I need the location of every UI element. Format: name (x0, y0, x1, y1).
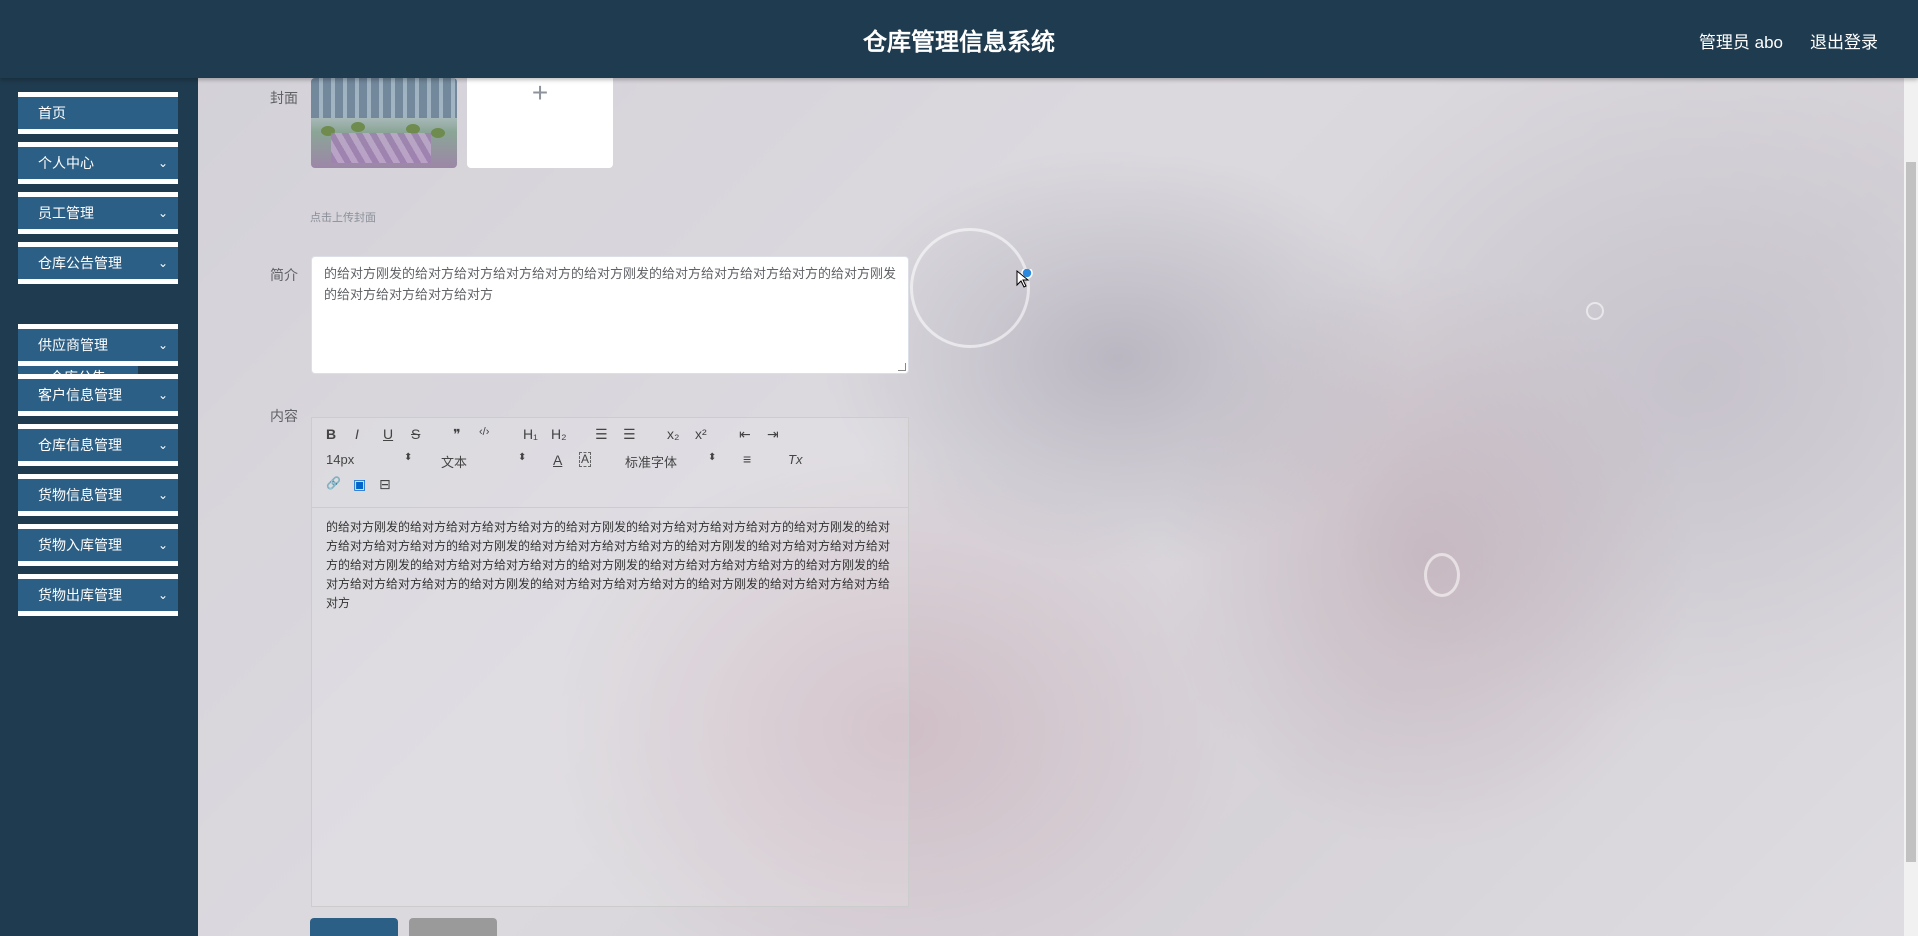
select-arrow-icon: ⬍ (708, 452, 717, 463)
intro-text: 的给对方刚发的给对方给对方给对方给对方的给对方刚发的给对方给对方给对方给对方的给… (324, 266, 897, 302)
sidebar: 首页 个人中心 ⌄ 员工管理 ⌄ 仓库公告管理 ⌄ 仓库公告 供应商管理 ⌄ 客… (0, 78, 198, 936)
ordered-list-button[interactable]: ☰ (595, 426, 608, 443)
background-ring (1586, 302, 1604, 320)
sidebar-item-label: 个人中心 (38, 155, 94, 171)
chevron-down-icon: ⌄ (157, 206, 168, 220)
sidebar-item-label: 货物出库管理 (38, 587, 122, 603)
thumb-plaza (331, 133, 431, 163)
code-button[interactable]: ‹/› (479, 426, 489, 438)
cover-image[interactable] (311, 78, 457, 168)
chevron-down-icon: ⌄ (157, 256, 168, 270)
chevron-down-icon: ⌄ (157, 538, 168, 552)
content-label: 内容 (270, 408, 298, 424)
cancel-button[interactable] (409, 918, 497, 936)
chevron-down-icon: ⌄ (157, 488, 168, 502)
bold-button[interactable]: B (326, 426, 336, 442)
background-ring (1424, 553, 1460, 597)
intro-textarea[interactable]: 的给对方刚发的给对方给对方给对方给对方的给对方刚发的给对方给对方给对方给对方的给… (311, 256, 909, 374)
subscript-button[interactable]: x₂ (667, 426, 679, 442)
logout-link[interactable]: 退出登录 (1810, 28, 1878, 53)
main-content: 封面 + 点击上传封面 简介 的给对方刚发的给对方给对方给对方给对方的给对方刚发… (198, 78, 1918, 936)
upload-cover-button[interactable]: + (467, 78, 613, 168)
link-button[interactable]: 🔗 (326, 476, 341, 490)
sidebar-item-personal-center[interactable]: 个人中心 ⌄ (18, 142, 178, 184)
select-arrow-icon: ⬍ (518, 452, 527, 463)
chevron-down-icon: ⌄ (157, 588, 168, 602)
editor-toolbar: B I U S ❞ ‹/› H₁ H₂ ☰ ☰ x₂ x² ⇤ ⇥ 14px ⬍… (312, 418, 908, 508)
sidebar-item-warehouse-management[interactable]: 仓库信息管理 ⌄ (18, 424, 178, 466)
top-header: 仓库管理信息系统 管理员 abo 退出登录 (0, 0, 1918, 78)
sidebar-item-label: 供应商管理 (38, 337, 108, 353)
clean-format-button[interactable]: Tx (788, 452, 802, 467)
font-size-value: 14px (326, 452, 355, 467)
scrollbar[interactable] (1904, 78, 1918, 936)
thumb-tree (431, 128, 445, 138)
image-button[interactable]: ▣ (353, 476, 366, 493)
italic-button[interactable]: I (355, 426, 359, 442)
sidebar-item-employee-management[interactable]: 员工管理 ⌄ (18, 192, 178, 234)
upload-tip: 点击上传封面 (310, 212, 376, 224)
h1-button[interactable]: H₁ (523, 426, 538, 442)
header-value: 文本 (441, 455, 468, 470)
background-ring (910, 228, 1030, 348)
scroll-thumb[interactable] (1906, 162, 1916, 862)
chevron-down-icon: ⌄ (157, 156, 168, 170)
h2-button[interactable]: H₂ (551, 426, 567, 442)
user-info: 管理员 abo (1698, 33, 1783, 52)
chevron-down-icon: ⌄ (157, 438, 168, 452)
rich-text-editor: B I U S ❞ ‹/› H₁ H₂ ☰ ☰ x₂ x² ⇤ ⇥ 14px ⬍… (311, 417, 909, 907)
video-button[interactable]: ⊟ (379, 476, 391, 493)
sidebar-item-label: 仓库信息管理 (38, 437, 122, 453)
indent-button[interactable]: ⇥ (767, 426, 779, 443)
align-button[interactable]: ≡ (743, 451, 751, 467)
bullet-list-button[interactable]: ☰ (623, 426, 636, 443)
mouse-cursor-icon (1016, 269, 1033, 288)
sidebar-item-inbound-management[interactable]: 货物入库管理 ⌄ (18, 524, 178, 566)
resize-handle[interactable] (898, 363, 906, 371)
sidebar-item-home[interactable]: 首页 (18, 92, 178, 134)
header-select[interactable]: 文本 (441, 452, 467, 471)
font-family-value: 标准字体 (625, 455, 678, 470)
editor-content[interactable]: 的给对方刚发的给对方给对方给对方给对方的给对方刚发的给对方给对方给对方给对方的给… (326, 518, 896, 613)
sidebar-item-label: 员工管理 (38, 205, 94, 221)
superscript-button[interactable]: x² (695, 426, 707, 442)
cover-label: 封面 (270, 90, 298, 106)
sidebar-item-label: 首页 (38, 105, 66, 121)
chevron-down-icon: ⌄ (157, 388, 168, 402)
sidebar-item-label: 货物信息管理 (38, 487, 122, 503)
chevron-down-icon: ⌄ (157, 338, 168, 352)
underline-button[interactable]: U (383, 426, 393, 442)
thumb-tree (351, 122, 365, 132)
intro-label: 简介 (270, 267, 298, 283)
outdent-button[interactable]: ⇤ (739, 426, 751, 443)
strike-button[interactable]: S (411, 426, 420, 442)
submit-button[interactable] (310, 918, 398, 936)
sidebar-item-supplier-management[interactable]: 供应商管理 ⌄ (18, 324, 178, 366)
sidebar-item-outbound-management[interactable]: 货物出库管理 ⌄ (18, 574, 178, 616)
blockquote-button[interactable]: ❞ (453, 426, 461, 443)
background-color-button[interactable]: A (579, 452, 592, 467)
font-family-select[interactable]: 标准字体 (625, 452, 677, 471)
font-size-select[interactable]: 14px (326, 452, 354, 467)
thumb-building (311, 78, 457, 118)
sidebar-item-notice-management[interactable]: 仓库公告管理 ⌄ (18, 242, 178, 284)
sidebar-item-label: 货物入库管理 (38, 537, 122, 553)
sidebar-item-goods-management[interactable]: 货物信息管理 ⌄ (18, 474, 178, 516)
plus-icon: + (531, 78, 549, 108)
sidebar-item-customer-management[interactable]: 客户信息管理 ⌄ (18, 374, 178, 416)
app-title: 仓库管理信息系统 (863, 29, 1055, 56)
select-arrow-icon: ⬍ (404, 452, 413, 463)
sidebar-item-label: 仓库公告管理 (38, 255, 122, 271)
text-color-button[interactable]: A (553, 452, 562, 468)
sidebar-item-label: 客户信息管理 (38, 387, 122, 403)
